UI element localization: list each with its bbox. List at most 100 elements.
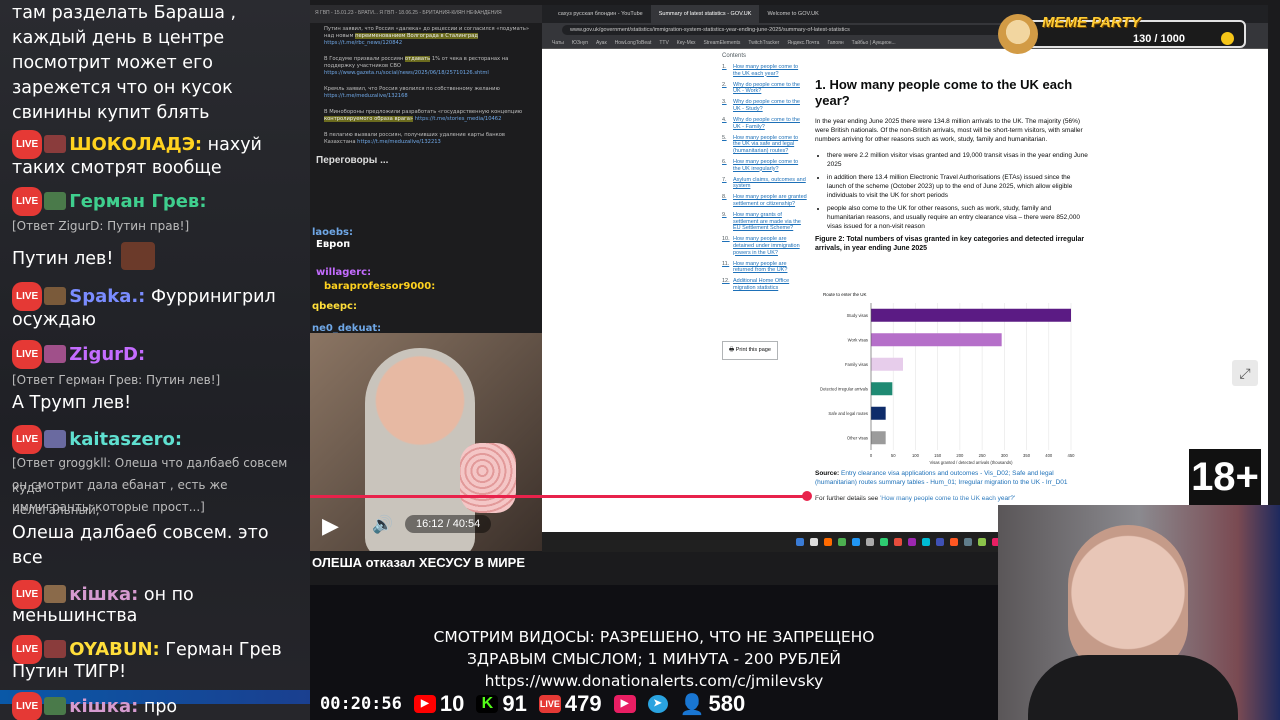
expand-icon[interactable]: ⤢ xyxy=(1232,360,1258,386)
taskbar-app-icon[interactable] xyxy=(922,538,930,546)
taskbar-app-icon[interactable] xyxy=(810,538,818,546)
avatar xyxy=(44,640,67,658)
bookmark[interactable]: Кеу-Мкх xyxy=(677,40,696,46)
contents-item[interactable]: 10. How many people are detained under im… xyxy=(722,236,807,256)
browser-window: сахуз русская блондин - YouTube Summary o… xyxy=(542,5,1268,532)
chat-text: таких смотрят вообще xyxy=(12,158,222,178)
contents-item[interactable]: 8. How many people are granted settlement… xyxy=(722,194,807,207)
taskbar-app-icon[interactable] xyxy=(894,538,902,546)
contents-item[interactable]: 4. Why do people come to the UK - Family? xyxy=(722,117,807,130)
chat-line: Путин ТИГР! xyxy=(12,659,304,685)
chat-text: Фурринигрил xyxy=(145,287,276,307)
taskbar-app-icon[interactable] xyxy=(824,538,832,546)
contents-item[interactable]: 5. How many people come to the UK via saf… xyxy=(722,135,807,155)
youtube-stat: ▶ 10 xyxy=(413,691,464,717)
bookmark[interactable]: TTV xyxy=(659,40,668,46)
source-label: Source: xyxy=(815,470,840,477)
donation-line-2: ЗДРАВЫМ СМЫСЛОМ; 1 МИНУТА - 200 РУБЛЕЙ xyxy=(466,650,842,668)
progress-handle[interactable] xyxy=(801,491,812,501)
taskbar-app-icon[interactable] xyxy=(796,538,804,546)
post-link[interactable]: https://t.me/rbc_news/120842 xyxy=(324,40,402,46)
taskbar-app-icon[interactable] xyxy=(852,538,860,546)
video-player[interactable]: ▶ 🔊 16:12 / 40:54 xyxy=(310,333,542,551)
chat-reply: [Ответ ZigurD: Путин прав!] xyxy=(12,219,190,233)
play-icon[interactable]: ▶ xyxy=(322,513,339,539)
chat-line: меньшинства xyxy=(12,603,304,629)
taskbar-app-icon[interactable] xyxy=(908,538,916,546)
chat-text: Олеша далбаеб совсем. это xyxy=(12,523,269,543)
chat-nick[interactable]: кішка: xyxy=(69,696,138,717)
viewers-count: 580 xyxy=(708,691,746,716)
chat-text: он по xyxy=(138,585,194,605)
chart-bar xyxy=(871,406,886,420)
taskbar-app-icon[interactable] xyxy=(838,538,846,546)
y-tick-label: Detected irregular arrivals xyxy=(820,386,868,391)
bookmark[interactable]: TwitchTracker xyxy=(748,40,779,46)
post-link[interactable]: https://t.me/meduzalive/132213 xyxy=(357,139,441,145)
x-tick-label: 0 xyxy=(870,453,873,458)
x-tick-label: 250 xyxy=(979,453,987,458)
live-badge: LIVE xyxy=(12,187,43,216)
avatar xyxy=(44,135,67,153)
chat-nick[interactable]: OYABUN: xyxy=(69,639,160,660)
visas-chart: Route to enter the UK 0 50 100 150 200 250 300 3… xyxy=(815,285,1090,465)
bookmark[interactable]: ЮЗнуп xyxy=(572,40,588,46)
browser-tab[interactable]: Summary of latest statistics - GOV.UK xyxy=(650,5,760,23)
taskbar-app-icon[interactable] xyxy=(880,538,888,546)
contents-item[interactable]: 9. How many grants of settlement are made… xyxy=(722,212,807,232)
taskbar-app-icon[interactable] xyxy=(964,538,972,546)
chat-line: таких смотрят вообще xyxy=(12,155,304,181)
bookmark[interactable]: Чаты xyxy=(552,40,564,46)
volume-icon[interactable]: 🔊 xyxy=(372,515,393,535)
y-tick-label: Work visas xyxy=(848,337,868,342)
chat-nick[interactable]: Spaka.: xyxy=(69,286,145,307)
bookmark[interactable]: Тайбьо | Аукцион... xyxy=(852,40,896,46)
browser-tab[interactable]: Welcome to GOV.UK xyxy=(759,5,826,23)
contents-item[interactable]: 7. Asylum claims, outcomes and system xyxy=(722,177,807,190)
live-badge: LIVE xyxy=(12,340,43,369)
bookmark[interactable]: HowLongToBeat xyxy=(615,40,652,46)
overlay-nick: laoebs: xyxy=(312,227,353,238)
meme-party-widget: MEME PARTY 130 / 1000 xyxy=(998,14,1248,54)
bookmark[interactable]: Яндекс.Почта xyxy=(787,40,819,46)
post-link[interactable]: https://t.me/meduzalive/132168 xyxy=(324,93,408,99)
kick-icon: K xyxy=(476,695,499,713)
post-link[interactable]: https://t.me/stories_media/10462 xyxy=(413,116,502,122)
video-progress-bar[interactable] xyxy=(310,491,1000,501)
chat-reply: иммигранты которые прост...] xyxy=(12,500,205,514)
taskbar-app-icon[interactable] xyxy=(978,538,986,546)
browser-tab[interactable]: сахуз русская блондин - YouTube xyxy=(550,5,651,23)
bookmark[interactable]: StreamElements xyxy=(703,40,740,46)
meme-party-title: MEME PARTY xyxy=(1042,14,1141,31)
bookmark[interactable]: Ауак xyxy=(596,40,607,46)
taskbar-app-icon[interactable] xyxy=(936,538,944,546)
contents-nav: Contents 1. How many people come to the U… xyxy=(722,53,807,296)
taskbar-app-icon[interactable] xyxy=(950,538,958,546)
contents-item[interactable]: 6. How many people come to the UK irregul… xyxy=(722,159,807,172)
chat-text: А Трумп лев! xyxy=(12,393,132,413)
lion-emote-icon xyxy=(121,242,156,270)
y-tick-label: Study visas xyxy=(847,313,868,318)
chat-text: нахуй xyxy=(202,135,262,155)
post-link[interactable]: https://www.gazeta.ru/social/news/2025/0… xyxy=(324,70,489,76)
chat-line: каждый день в центре xyxy=(12,25,304,51)
chat-line: свинины купит блять xyxy=(12,100,304,126)
contents-item[interactable]: 3. Why do people come to the UK - Study? xyxy=(722,99,807,112)
chat-nick[interactable]: кішка: xyxy=(69,584,138,605)
chat-nick[interactable]: Герман Грев: xyxy=(69,191,206,212)
bookmark[interactable]: Гапоян xyxy=(827,40,843,46)
taskbar-app-icon[interactable] xyxy=(866,538,874,546)
contents-item[interactable]: 12. Additional Home Office migration stat… xyxy=(722,278,807,291)
chat-line: LIVE кішка: про xyxy=(12,692,304,720)
print-button[interactable]: 🖶 Print this page xyxy=(722,341,778,360)
contents-item[interactable]: 11. How many people are returned from the… xyxy=(722,261,807,274)
chat-nick[interactable]: kaitaszero: xyxy=(69,429,182,450)
telegram-tabs[interactable]: Я ГВП - 15.01.23 - БРАТИ... Я ГВП - 18.0… xyxy=(310,5,542,23)
source-link[interactable]: Entry clearance visa applications and ou… xyxy=(815,470,1068,486)
chat-text: осуждаю xyxy=(12,310,97,330)
contents-item[interactable]: 1. How many people come to the UK each ye… xyxy=(722,64,807,77)
chat-nick[interactable]: ZigurD: xyxy=(69,344,145,365)
video-microphone xyxy=(460,443,516,513)
contents-item[interactable]: 2. Why do people come to the UK - Work? xyxy=(722,82,807,95)
chat-nick[interactable]: ШОКОЛАДЭ: xyxy=(69,134,202,155)
